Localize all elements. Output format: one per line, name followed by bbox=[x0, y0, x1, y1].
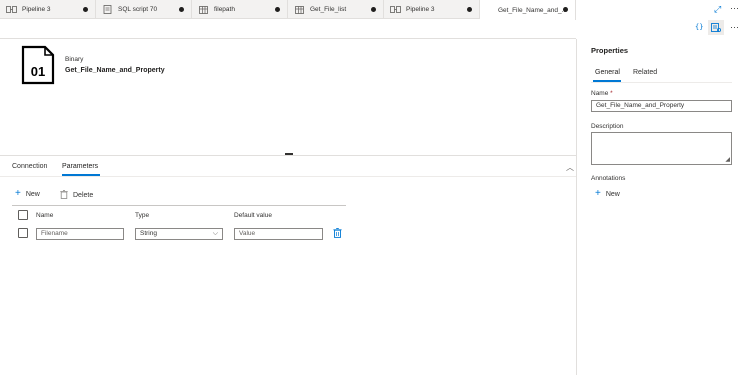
chevron-up-icon[interactable]: ︿ bbox=[566, 162, 574, 173]
parameter-name-input[interactable]: Filename bbox=[36, 228, 124, 240]
new-parameter-button[interactable]: + New bbox=[15, 188, 40, 199]
parameter-type-select[interactable]: String ⌵ bbox=[135, 228, 223, 240]
trash-icon bbox=[60, 190, 68, 201]
resize-grip-icon[interactable]: ◢ bbox=[725, 157, 730, 163]
more-options-icon[interactable]: ··· bbox=[730, 3, 739, 13]
delete-label: Delete bbox=[73, 192, 94, 199]
more-options-icon[interactable]: ··· bbox=[730, 22, 739, 32]
editor-tab-bar: Pipeline 3 SQL script 70 filepath Get_Fi… bbox=[0, 0, 744, 20]
description-label: Description bbox=[591, 123, 624, 130]
type-value: String bbox=[140, 230, 157, 237]
pane-splitter bbox=[0, 155, 576, 156]
required-mark: * bbox=[610, 90, 613, 97]
column-header-name: Name bbox=[36, 212, 54, 219]
default-value-input[interactable]: Value bbox=[234, 228, 323, 240]
row-checkbox[interactable] bbox=[18, 228, 28, 238]
plus-icon: + bbox=[595, 188, 601, 199]
splitter-handle[interactable] bbox=[285, 153, 293, 155]
dataset-name: Get_File_Name_and_Property bbox=[65, 67, 165, 74]
properties-title: Properties bbox=[591, 46, 629, 55]
name-input[interactable]: Get_File_Name_and_Property bbox=[591, 100, 732, 112]
properties-panel-icon bbox=[711, 23, 721, 32]
tab-label: Get_File_Name_and_... bbox=[498, 6, 568, 14]
binary-icon-text: 01 bbox=[31, 64, 45, 79]
column-header-type: Type bbox=[135, 212, 150, 219]
annotations-label: Annotations bbox=[591, 175, 626, 182]
delete-parameter-button[interactable]: Delete bbox=[60, 190, 93, 201]
column-header-default-value: Default value bbox=[234, 212, 272, 219]
tab-label: Get_File_list bbox=[310, 6, 347, 13]
name-label-text: Name bbox=[591, 90, 609, 97]
code-view-icon[interactable]: {} bbox=[695, 23, 703, 31]
tab-label: SQL script 70 bbox=[118, 6, 158, 13]
dataset-table-icon bbox=[294, 5, 305, 14]
divider bbox=[12, 205, 346, 206]
unsaved-dot-icon bbox=[179, 7, 184, 12]
unsaved-dot-icon bbox=[467, 7, 472, 12]
tab-pipeline-3-second[interactable]: Pipeline 3 bbox=[384, 0, 480, 19]
tab-get-file-name-and-property[interactable]: Get_File_Name_and_... bbox=[480, 0, 576, 20]
divider bbox=[0, 38, 576, 39]
tab-parameters[interactable]: Parameters bbox=[62, 163, 98, 170]
chevron-down-icon: ⌵ bbox=[212, 230, 218, 237]
tab-general[interactable]: General bbox=[595, 69, 620, 76]
tab-label: Pipeline 3 bbox=[406, 6, 435, 13]
unsaved-dot-icon bbox=[563, 7, 568, 12]
description-textarea[interactable]: ◢ bbox=[591, 132, 732, 165]
unsaved-dot-icon bbox=[275, 7, 280, 12]
sql-script-icon bbox=[102, 5, 113, 14]
dataset-type: Binary bbox=[65, 56, 84, 63]
name-field-label: Name * bbox=[591, 90, 613, 97]
tab-connection[interactable]: Connection bbox=[12, 163, 47, 170]
tab-label: filepath bbox=[214, 6, 235, 13]
new-annotation-button[interactable]: + New bbox=[595, 188, 620, 199]
tab-sql-script-70[interactable]: SQL script 70 bbox=[96, 0, 192, 19]
tab-get-file-list[interactable]: Get_File_list bbox=[288, 0, 384, 19]
new-annotation-label: New bbox=[605, 190, 620, 198]
properties-toggle-button[interactable] bbox=[708, 20, 724, 35]
plus-icon: + bbox=[15, 188, 21, 199]
divider bbox=[0, 176, 576, 177]
new-label: New bbox=[25, 190, 40, 198]
pipeline-icon bbox=[390, 6, 401, 14]
tab-filepath[interactable]: filepath bbox=[192, 0, 288, 19]
pipeline-icon bbox=[6, 6, 17, 14]
binary-file-icon: 01 bbox=[21, 45, 55, 85]
tab-label: Pipeline 3 bbox=[22, 6, 51, 13]
divider bbox=[591, 82, 732, 83]
dataset-table-icon bbox=[198, 5, 209, 14]
unsaved-dot-icon bbox=[371, 7, 376, 12]
tab-related[interactable]: Related bbox=[633, 69, 657, 76]
tab-pipeline-3[interactable]: Pipeline 3 bbox=[0, 0, 96, 19]
unsaved-dot-icon bbox=[83, 7, 88, 12]
delete-row-icon[interactable] bbox=[333, 228, 342, 238]
expand-icon[interactable]: ⤢ bbox=[714, 4, 724, 14]
select-all-checkbox[interactable] bbox=[18, 210, 28, 220]
